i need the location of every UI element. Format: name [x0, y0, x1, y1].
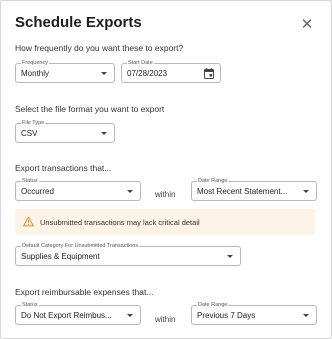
- default-category-select[interactable]: Default Category For Unsubmitted Transac…: [15, 242, 241, 266]
- warning-icon: [23, 216, 34, 227]
- frequency-select[interactable]: Frequency Monthly: [15, 59, 115, 83]
- chevron-down-icon: [101, 132, 107, 135]
- frequency-label: Frequency: [21, 59, 49, 67]
- format-question: Select the file format you want to expor…: [15, 104, 165, 114]
- chevron-down-icon: [303, 190, 309, 193]
- reimbursable-status-label: Status: [21, 301, 39, 309]
- transaction-status-select[interactable]: Status Occurred: [15, 177, 141, 201]
- reimbursable-date-range-label: Date Range: [197, 301, 229, 309]
- transaction-date-range-value: Most Recent Statement...: [197, 187, 288, 196]
- transaction-date-range-label: Date Range: [197, 177, 229, 185]
- reimbursable-date-range-value: Previous 7 Days: [197, 311, 256, 320]
- file-type-label: File Type: [21, 119, 46, 127]
- reimbursable-heading: Export reimbursable expenses that...: [15, 287, 154, 297]
- warning-banner: Unsubmitted transactions may lack critic…: [15, 209, 315, 235]
- reimbursable-status-value: Do Not Export Reimbus...: [21, 311, 112, 320]
- reimbursable-within-label: within: [155, 315, 176, 324]
- chevron-down-icon: [101, 72, 107, 75]
- schedule-exports-dialog: Schedule Exports ✕ How frequently do you…: [0, 0, 332, 339]
- reimbursable-date-range-select[interactable]: Date Range Previous 7 Days: [191, 301, 317, 325]
- start-date-value: 07/28/2023: [127, 69, 168, 78]
- chevron-down-icon: [127, 314, 133, 317]
- start-date-field[interactable]: Start Date 07/28/2023: [121, 59, 221, 83]
- chevron-down-icon: [127, 190, 133, 193]
- transaction-status-value: Occurred: [21, 187, 54, 196]
- default-category-value: Supplies & Equipment: [21, 252, 100, 261]
- transaction-status-label: Status: [21, 177, 39, 185]
- chevron-down-icon: [303, 314, 309, 317]
- chevron-down-icon: [227, 255, 233, 258]
- default-category-label: Default Category For Unsubmitted Transac…: [21, 242, 140, 250]
- frequency-question: How frequently do you want these to expo…: [15, 43, 184, 53]
- start-date-label: Start Date: [127, 59, 154, 67]
- close-icon[interactable]: ✕: [299, 17, 315, 33]
- file-type-select[interactable]: File Type CSV: [15, 119, 115, 143]
- frequency-value: Monthly: [21, 69, 50, 78]
- reimbursable-status-select[interactable]: Status Do Not Export Reimbus...: [15, 301, 141, 325]
- transactions-within-label: within: [155, 190, 176, 199]
- file-type-value: CSV: [21, 129, 38, 138]
- transaction-date-range-select[interactable]: Date Range Most Recent Statement...: [191, 177, 317, 201]
- dialog-title: Schedule Exports: [15, 14, 142, 31]
- warning-message: Unsubmitted transactions may lack critic…: [40, 218, 200, 227]
- calendar-icon[interactable]: [204, 68, 214, 79]
- transactions-heading: Export transactions that...: [15, 163, 112, 173]
